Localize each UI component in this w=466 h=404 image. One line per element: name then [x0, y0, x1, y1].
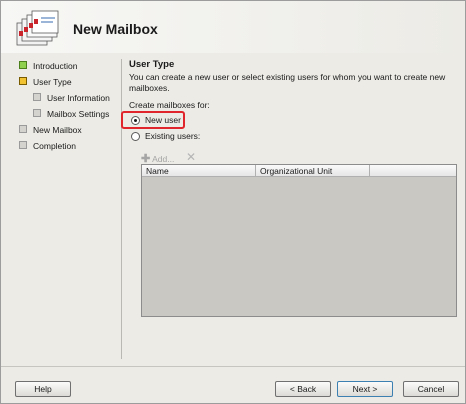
column-header-name[interactable]: Name [142, 165, 256, 177]
user-type-panel: User Type You can create a new user or s… [121, 59, 459, 166]
step-pending-icon [19, 141, 27, 149]
wizard-header: New Mailbox [1, 1, 465, 53]
nav-step-user-information: User Information [17, 91, 121, 107]
nav-step-new-mailbox: New Mailbox [17, 123, 121, 139]
back-button[interactable]: < Back [275, 381, 331, 397]
existing-users-radio[interactable] [131, 132, 140, 141]
step-pending-icon [33, 93, 41, 101]
add-label: Add... [152, 154, 175, 164]
new-user-radio[interactable] [131, 116, 140, 125]
step-complete-icon [19, 61, 27, 69]
existing-users-label[interactable]: Existing users: [145, 131, 200, 141]
nav-step-label: New Mailbox [33, 125, 82, 135]
existing-users-option[interactable]: Existing users: [129, 130, 459, 144]
footer-divider [1, 366, 465, 367]
nav-step-label: Introduction [33, 61, 78, 71]
remove-x-icon[interactable]: ✕ [186, 150, 196, 164]
grid-header: Name Organizational Unit [142, 165, 456, 177]
step-pending-icon [33, 109, 41, 117]
mailbox-stack-icon [16, 10, 59, 46]
nav-step-completion: Completion [17, 139, 121, 155]
nav-divider [121, 59, 122, 359]
nav-step-label: User Type [33, 77, 72, 87]
new-user-option[interactable]: New user [121, 111, 459, 129]
section-title: User Type [129, 59, 175, 70]
existing-users-grid[interactable]: Name Organizational Unit [141, 164, 457, 317]
column-header-organizational-unit[interactable]: Organizational Unit [256, 165, 370, 177]
next-button[interactable]: Next > [337, 381, 393, 397]
step-pending-icon [19, 125, 27, 133]
section-description: You can create a new user or select exis… [129, 72, 446, 93]
wizard-steps-nav: Introduction User Type User Information … [17, 59, 121, 155]
nav-step-label: Mailbox Settings [47, 109, 110, 119]
help-button[interactable]: Help [15, 381, 71, 397]
nav-step-label: Completion [33, 141, 76, 151]
new-user-label[interactable]: New user [145, 115, 181, 125]
nav-step-mailbox-settings: Mailbox Settings [17, 107, 121, 123]
nav-step-introduction: Introduction [17, 59, 121, 75]
wizard-title: New Mailbox [73, 21, 158, 37]
nav-step-user-type: User Type [17, 75, 121, 91]
step-current-icon [19, 77, 27, 85]
new-mailbox-wizard: New Mailbox Introduction User Type User … [0, 0, 466, 404]
cancel-button[interactable]: Cancel [403, 381, 459, 397]
nav-step-label: User Information [47, 93, 110, 103]
